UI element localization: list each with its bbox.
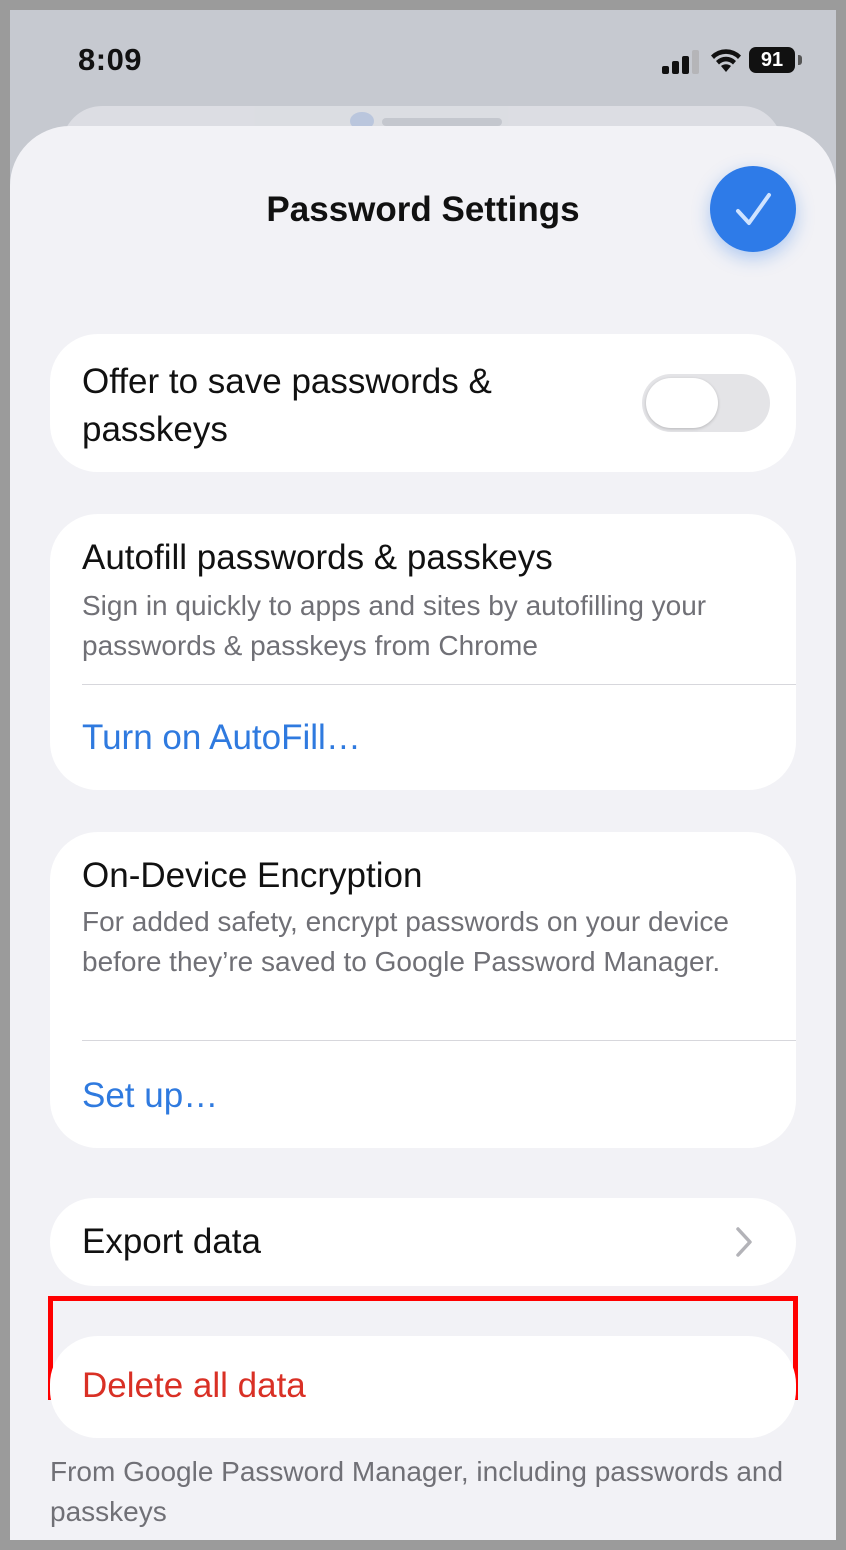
divider xyxy=(82,684,796,685)
offer-save-toggle[interactable] xyxy=(642,374,770,432)
encryption-description: For added safety, encrypt passwords on y… xyxy=(82,906,729,977)
done-button[interactable] xyxy=(710,166,796,252)
export-data-row[interactable]: Export data xyxy=(50,1198,796,1286)
autofill-card: Autofill passwords & passkeys Sign in qu… xyxy=(50,514,796,790)
checkmark-icon xyxy=(736,193,771,225)
autofill-title: Autofill passwords & passkeys xyxy=(82,538,553,577)
battery-tip xyxy=(798,55,802,65)
offer-save-label: Offer to save passwords & passkeys xyxy=(82,362,492,449)
encryption-title: On-Device Encryption xyxy=(82,856,423,895)
delete-footnote: From Google Password Manager, including … xyxy=(50,1456,784,1527)
wifi-icon xyxy=(711,49,741,72)
toggle-knob xyxy=(646,378,718,428)
background-placeholder xyxy=(382,118,502,126)
delete-data-card[interactable]: Delete all data xyxy=(50,1336,796,1438)
status-time: 8:09 xyxy=(78,42,143,77)
autofill-description: Sign in quickly to apps and sites by aut… xyxy=(82,590,707,661)
offer-save-card: Offer to save passwords & passkeys xyxy=(50,334,796,472)
encryption-card: On-Device Encryption For added safety, e… xyxy=(50,832,796,1148)
divider xyxy=(82,1040,796,1041)
turn-on-autofill-link[interactable]: Turn on AutoFill… xyxy=(82,718,361,758)
set-up-link[interactable]: Set up… xyxy=(82,1076,218,1116)
cellular-signal-icon xyxy=(662,50,699,74)
chevron-right-icon xyxy=(736,1227,752,1257)
status-bar: 8:09 91 xyxy=(10,10,836,110)
delete-all-data-button[interactable]: Delete all data xyxy=(82,1366,306,1406)
screen: 8:09 91 Password Settings Offer to save … xyxy=(10,10,836,1540)
export-data-label: Export data xyxy=(82,1222,261,1261)
password-settings-sheet: Password Settings Offer to save password… xyxy=(10,126,836,1540)
battery-indicator: 91 xyxy=(749,47,795,73)
